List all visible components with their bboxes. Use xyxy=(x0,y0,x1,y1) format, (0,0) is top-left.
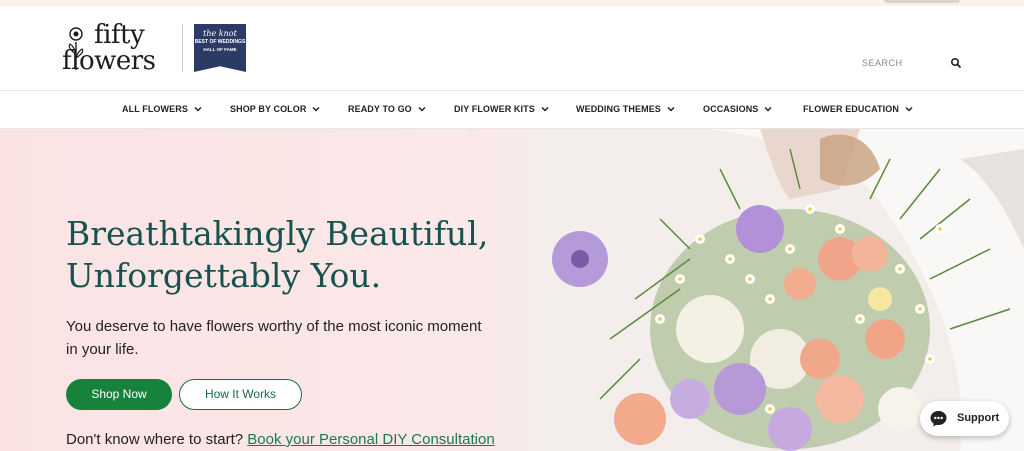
chevron-down-icon xyxy=(905,106,913,112)
nav-item-ready-to-go[interactable]: READY TO GO xyxy=(348,104,426,114)
logo-word-flowers: flowers xyxy=(62,46,156,76)
consultation-prefix: Don't know where to start? xyxy=(66,431,244,448)
chevron-down-icon xyxy=(312,106,321,112)
nav-item-wedding-themes[interactable]: WEDDING THEMES xyxy=(576,104,675,114)
badge-the-knot: the knot xyxy=(203,29,237,38)
support-label: Support xyxy=(957,412,1000,424)
nav-item-occasions[interactable]: OCCASIONS xyxy=(703,104,772,114)
chevron-down-icon xyxy=(764,106,772,112)
chevron-down-icon xyxy=(418,106,426,112)
top-strip-tab xyxy=(884,0,960,3)
main-navigation: ALL FLOWERS SHOP BY COLOR READY TO GO DI… xyxy=(0,90,1024,129)
nav-item-label: FLOWER EDUCATION xyxy=(803,104,899,114)
nav-item-shop-by-color[interactable]: SHOP BY COLOR xyxy=(230,104,321,114)
chevron-down-icon xyxy=(667,106,675,112)
consultation-prompt: Don't know where to start? Book your Per… xyxy=(66,431,495,448)
support-chat-button[interactable]: Support xyxy=(920,401,1009,436)
hero-headline-line2: Unforgettably You. xyxy=(66,256,382,295)
shop-now-button[interactable]: Shop Now xyxy=(66,379,172,410)
nav-item-label: OCCASIONS xyxy=(703,104,759,114)
search-icon[interactable] xyxy=(950,57,962,69)
badge-best-of-weddings: BEST OF WEDDINGS xyxy=(194,39,246,45)
nav-item-all-flowers[interactable]: ALL FLOWERS xyxy=(122,104,202,114)
search-input[interactable]: SEARCH xyxy=(862,58,903,68)
how-it-works-button[interactable]: How It Works xyxy=(179,379,302,410)
badge-hall-of-fame: HALL OF FAME xyxy=(203,47,237,52)
search-box[interactable]: SEARCH xyxy=(862,56,962,72)
the-knot-hall-of-fame-badge: the knot BEST OF WEDDINGS HALL OF FAME xyxy=(194,24,246,72)
book-consultation-link[interactable]: Book your Personal DIY Consultation xyxy=(247,431,494,448)
nav-item-diy-flower-kits[interactable]: DIY FLOWER KITS xyxy=(454,104,549,114)
fifty-flowers-logo[interactable]: fifty flowers xyxy=(62,20,176,76)
nav-item-label: ALL FLOWERS xyxy=(122,104,188,114)
nav-item-flower-education[interactable]: FLOWER EDUCATION xyxy=(803,104,913,114)
nav-item-label: WEDDING THEMES xyxy=(576,104,661,114)
hero-headline-line1: Breathtakingly Beautiful, xyxy=(66,214,489,253)
chevron-down-icon xyxy=(194,106,202,112)
chat-bubble-icon xyxy=(930,411,947,427)
hero-subtext: You deserve to have flowers worthy of th… xyxy=(66,318,482,358)
chevron-down-icon xyxy=(541,106,549,112)
nav-item-label: SHOP BY COLOR xyxy=(230,104,307,114)
nav-item-label: DIY FLOWER KITS xyxy=(454,104,535,114)
logo-divider xyxy=(182,24,183,72)
hero-headline: Breathtakingly Beautiful, Unforgettably … xyxy=(66,213,526,297)
site-header: fifty flowers the knot BEST OF WEDDINGS … xyxy=(0,6,1024,90)
hero-banner: Breathtakingly Beautiful, Unforgettably … xyxy=(0,129,1024,451)
nav-item-label: READY TO GO xyxy=(348,104,412,114)
